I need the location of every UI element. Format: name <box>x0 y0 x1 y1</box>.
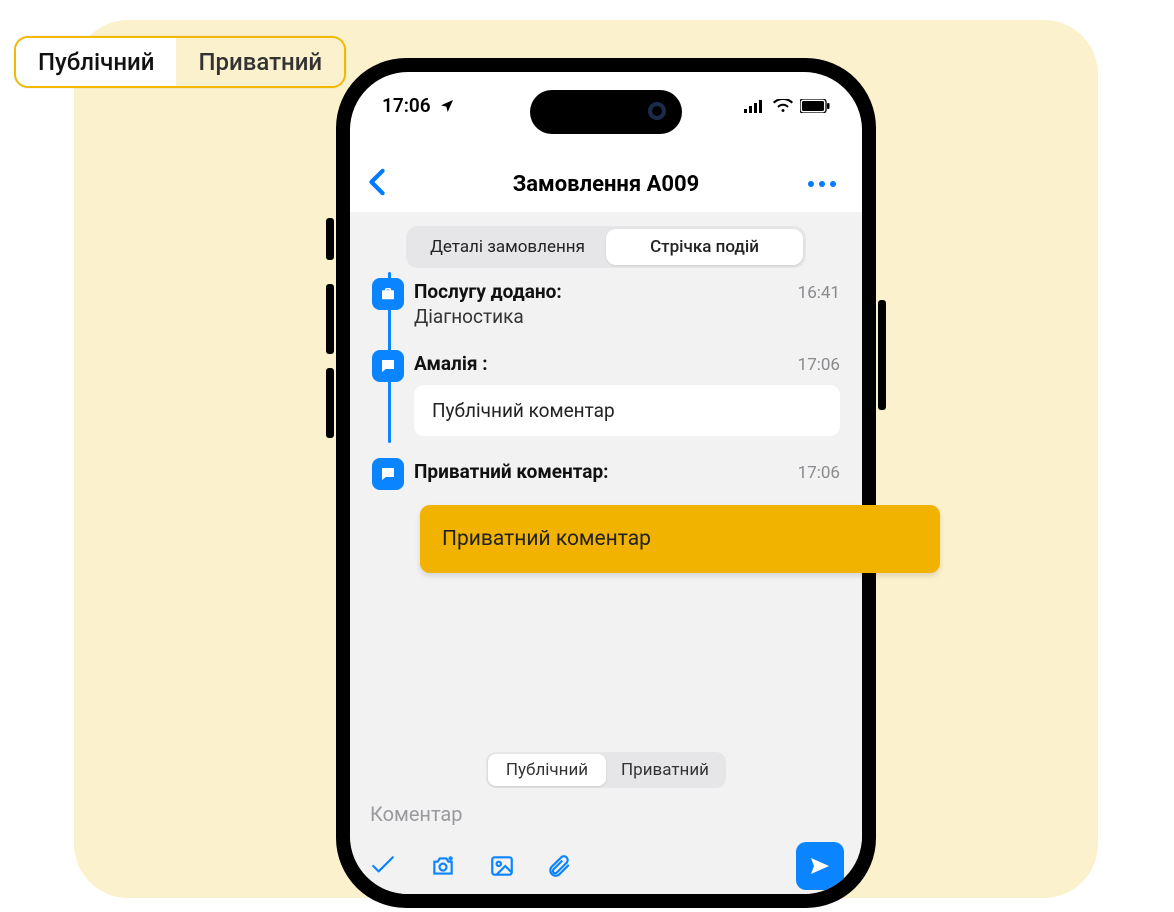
send-icon <box>808 854 832 878</box>
event-public-comment: Амалія : 17:06 Публічний коментар <box>372 352 840 436</box>
event-time: 16:41 <box>798 283 840 303</box>
tab-event-feed[interactable]: Стрічка подій <box>606 229 803 265</box>
chevron-left-icon <box>368 168 386 196</box>
event-title: Послугу додано: <box>414 280 562 303</box>
composer-segment-private[interactable]: Приватний <box>606 754 724 786</box>
event-private-comment: Приватний коментар: 17:06 <box>372 460 840 483</box>
front-camera-icon <box>648 102 666 120</box>
phone-power-button <box>878 300 886 410</box>
segment-public[interactable]: Публічний <box>16 38 176 86</box>
composer-visibility-segment[interactable]: Публічний Приватний <box>486 752 726 788</box>
event-service-added: Послугу додано: 16:41 Діагностика <box>372 280 840 328</box>
speech-bubble-icon <box>372 458 404 490</box>
event-time: 17:06 <box>798 463 840 483</box>
briefcase-icon <box>372 278 404 310</box>
dynamic-island <box>530 90 682 134</box>
composer-segment-public[interactable]: Публічний <box>488 754 606 786</box>
checkmark-icon[interactable] <box>368 853 398 879</box>
main-tabs-segment[interactable]: Деталі замовлення Стрічка подій <box>406 226 806 268</box>
more-dots-icon <box>808 181 814 187</box>
public-comment-bubble: Публічний коментар <box>414 385 840 436</box>
cellular-icon <box>744 99 766 113</box>
tab-order-details[interactable]: Деталі замовлення <box>409 229 606 265</box>
battery-icon <box>800 99 830 113</box>
visibility-segment-overlay[interactable]: Публічний Приватний <box>14 36 346 88</box>
event-author: Амалія : <box>414 352 488 375</box>
event-subtitle: Діагностика <box>414 305 840 328</box>
speech-bubble-icon <box>372 350 404 382</box>
send-button[interactable] <box>796 842 844 890</box>
paperclip-icon[interactable] <box>546 852 572 880</box>
event-time: 17:06 <box>798 355 840 375</box>
page-title: Замовлення A009 <box>513 172 700 197</box>
phone-silence-switch <box>326 218 334 260</box>
location-arrow-icon <box>439 98 455 114</box>
segment-private[interactable]: Приватний <box>176 38 344 86</box>
phone-volume-up <box>326 284 334 354</box>
comment-input[interactable]: Коментар <box>370 802 463 826</box>
nav-bar: Замовлення A009 <box>350 162 862 206</box>
private-comment-bubble: Приватний коментар <box>420 505 940 573</box>
image-icon[interactable] <box>488 853 516 879</box>
more-button[interactable] <box>808 181 836 187</box>
status-time: 17:06 <box>382 94 431 117</box>
event-title: Приватний коментар: <box>414 460 609 483</box>
phone-volume-down <box>326 368 334 438</box>
camera-plus-icon[interactable] <box>428 853 458 879</box>
back-button[interactable] <box>368 168 386 200</box>
iphone-frame: 17:06 Замовлення A009 Деталі замовлення <box>336 58 876 908</box>
wifi-icon <box>773 99 793 113</box>
